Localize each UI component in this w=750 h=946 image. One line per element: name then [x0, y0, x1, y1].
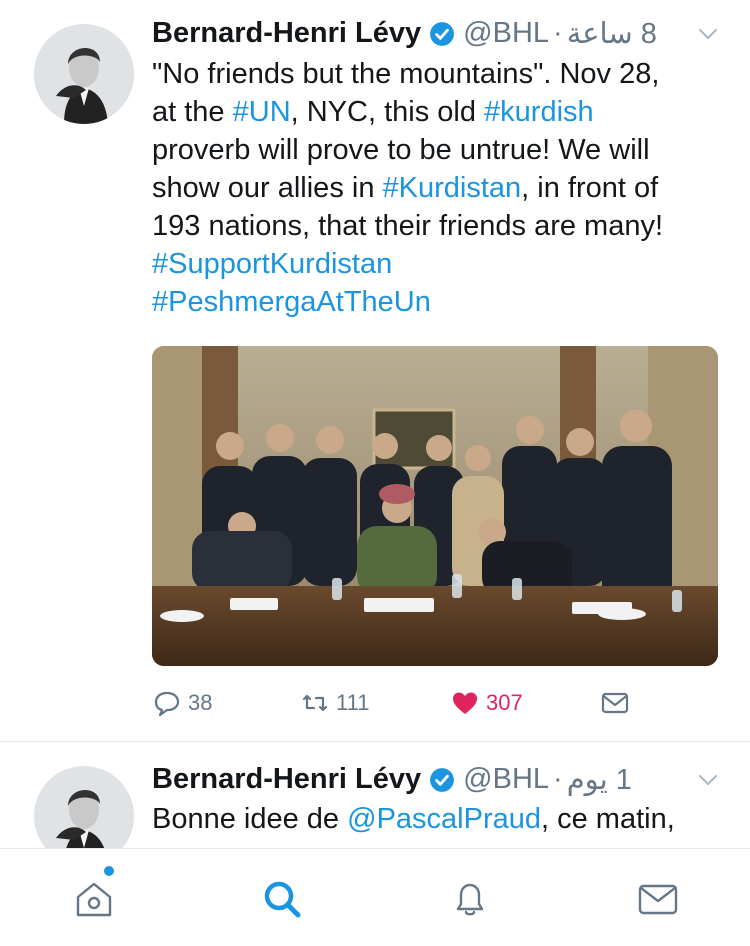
group-photo-image [152, 346, 718, 666]
author-handle[interactable]: @BHL [463, 17, 549, 50]
avatar-image [34, 24, 134, 124]
tweet-text-segment: , NYC, this old [290, 96, 485, 128]
tweet-text-segment: "No friends but the mountains". Nov 28, [152, 58, 660, 90]
timestamp[interactable]: 1 يوم [567, 762, 632, 797]
tweet[interactable]: Bernard-Henri Lévy @BHL · 1 يوم Bonne id… [0, 742, 750, 848]
tweet-line: #SupportKurdistan [152, 245, 732, 283]
tweet-line: 193 nations, that their friends are many… [152, 207, 732, 245]
hashtag-supportkurdistan[interactable]: #SupportKurdistan [152, 248, 392, 280]
heart-icon [453, 692, 477, 714]
reply-count: 38 [188, 690, 213, 715]
tweet-line: at the #UN, NYC, this old #kurdish [152, 93, 732, 131]
hashtag-peshmergaattheun[interactable]: #PeshmergaAtTheUn [152, 286, 431, 318]
hashtag-kurdish[interactable]: #kurdish [484, 96, 594, 128]
retweet-count: 111 [336, 690, 370, 715]
tweet-line: "No friends but the mountains". Nov 28, [152, 55, 732, 93]
reply-icon [154, 691, 180, 717]
tweet-line: Bonne idee de @PascalPraud, ce matin, [152, 800, 732, 838]
tweet-line: proverb will prove to be untrue! We will [152, 131, 732, 169]
bottom-tab-bar [0, 848, 750, 946]
avatar-image [34, 766, 134, 848]
share-button[interactable] [600, 688, 636, 718]
tweet-actions: 38 111 307 [152, 688, 672, 724]
separator-dot: · [553, 763, 563, 795]
hashtag-un[interactable]: #UN [233, 96, 291, 128]
envelope-icon [601, 692, 629, 714]
timestamp[interactable]: 8 ساعة [567, 16, 657, 51]
new-content-dot [104, 866, 114, 876]
like-count: 307 [486, 690, 523, 715]
tweet-header: Bernard-Henri Lévy @BHL · 1 يوم [152, 762, 632, 797]
tab-search[interactable] [260, 877, 304, 921]
author-name[interactable]: Bernard-Henri Lévy [152, 763, 421, 796]
verified-badge-icon [430, 767, 455, 792]
tweet-text-segment: at the [152, 96, 233, 128]
tweet-text-segment: , in front of [521, 172, 659, 204]
author-name[interactable]: Bernard-Henri Lévy [152, 17, 421, 50]
home-icon [76, 882, 112, 917]
hashtag-kurdistan[interactable]: #Kurdistan [383, 172, 522, 204]
author-handle[interactable]: @BHL [463, 763, 549, 796]
tweet-line: show our allies in #Kurdistan, in front … [152, 169, 732, 207]
tab-home[interactable] [72, 877, 116, 921]
avatar[interactable] [34, 24, 134, 124]
tweet-photo[interactable] [152, 346, 718, 666]
chevron-down-icon[interactable] [696, 768, 720, 792]
tweet-text: "No friends but the mountains". Nov 28, … [152, 55, 732, 321]
tweet[interactable]: Bernard-Henri Lévy @BHL · 8 ساعة "No fri… [0, 0, 750, 741]
avatar[interactable] [34, 766, 134, 848]
like-button[interactable]: 307 [450, 688, 523, 718]
tab-messages[interactable] [636, 877, 680, 921]
retweet-icon [302, 694, 328, 712]
tab-notifications[interactable] [448, 877, 492, 921]
retweet-button[interactable]: 111 [300, 688, 369, 718]
tweet-text-segment: proverb will prove to be untrue! We will [152, 134, 650, 166]
mention-link[interactable]: @PascalPraud [347, 803, 541, 835]
chevron-down-icon[interactable] [696, 22, 720, 46]
tweet-text-segment: , ce matin, [541, 803, 675, 835]
tweet-header: Bernard-Henri Lévy @BHL · 8 ساعة [152, 16, 657, 51]
reply-button[interactable]: 38 [152, 688, 212, 718]
messages-icon [638, 884, 678, 915]
tweet-text-segment: show our allies in [152, 172, 383, 204]
separator-dot: · [553, 17, 563, 49]
tweet-text: Bonne idee de @PascalPraud, ce matin, [152, 800, 732, 838]
tweet-text-segment: Bonne idee de [152, 803, 348, 835]
verified-badge-icon [430, 21, 455, 46]
notifications-icon [456, 883, 484, 916]
search-icon [264, 881, 301, 918]
tweet-line: #PeshmergaAtTheUn [152, 283, 732, 321]
tweet-text-segment: 193 nations, that their friends are many… [152, 210, 664, 242]
